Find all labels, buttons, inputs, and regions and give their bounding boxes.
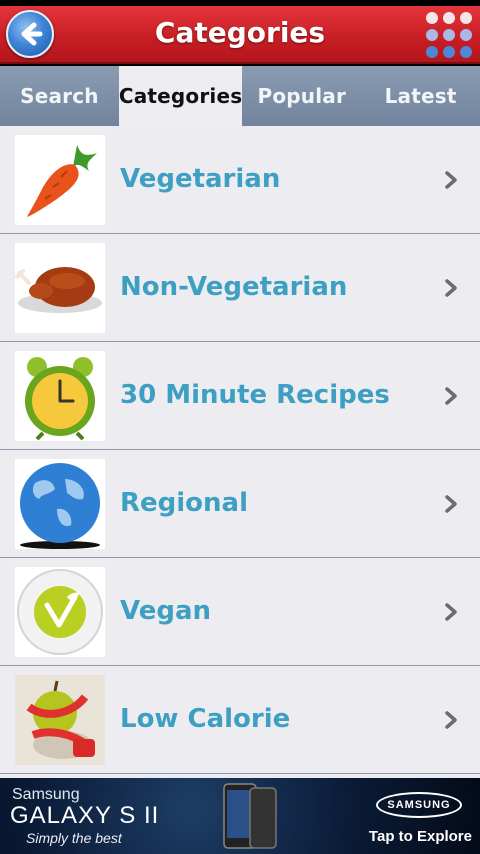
category-item-vegan[interactable]: Vegan [0, 558, 480, 666]
category-list: Vegetarian Non-Vegetarian 30 Minute Reci… [0, 126, 480, 778]
chevron-right-icon [445, 171, 457, 189]
chevron-right-icon [445, 711, 457, 729]
category-thumbnail [15, 567, 105, 657]
tab-categories[interactable]: Categories [118, 66, 243, 126]
alarm-clock-icon [25, 357, 95, 441]
category-item-vegetarian[interactable]: Vegetarian [0, 126, 480, 234]
tab-search[interactable]: Search [0, 66, 119, 126]
category-item-non-vegetarian[interactable]: Non-Vegetarian [0, 234, 480, 342]
tab-latest[interactable]: Latest [361, 66, 480, 126]
chevron-right-icon [445, 279, 457, 297]
category-label: Vegetarian [120, 164, 281, 194]
back-arrow-icon [21, 22, 43, 46]
ad-cta[interactable]: Tap to Explore [369, 828, 472, 845]
tab-bar: Search Categories Popular Latest [0, 66, 480, 126]
tab-popular[interactable]: Popular [242, 66, 362, 126]
globe-icon [20, 463, 100, 549]
grid-menu-button[interactable] [424, 10, 474, 60]
grid-menu-icon [426, 12, 472, 58]
category-label: 30 Minute Recipes [120, 380, 390, 410]
back-button[interactable] [6, 10, 54, 58]
carrot-icon [27, 145, 97, 217]
apple-measuring-tape-icon [15, 675, 105, 765]
page-title: Categories [154, 16, 326, 49]
chevron-right-icon [445, 603, 457, 621]
vegan-leaf-icon [17, 569, 103, 655]
category-label: Non-Vegetarian [120, 272, 348, 302]
category-thumbnail [15, 351, 105, 441]
ad-banner[interactable]: Samsung GALAXY S II Simply the best SAMS… [0, 778, 480, 854]
chevron-right-icon [445, 387, 457, 405]
category-label: Regional [120, 488, 249, 518]
phone-image-icon [223, 783, 277, 849]
roast-chicken-icon [15, 267, 102, 313]
category-thumbnail [15, 675, 105, 765]
category-thumbnail [15, 459, 105, 549]
ad-tagline: Simply the best [26, 830, 122, 846]
ad-model: GALAXY S II [10, 802, 160, 829]
category-item-regional[interactable]: Regional [0, 450, 480, 558]
category-item-30-minute-recipes[interactable]: 30 Minute Recipes [0, 342, 480, 450]
category-label: Vegan [120, 596, 211, 626]
category-item-low-calorie[interactable]: Low Calorie [0, 666, 480, 774]
title-bar: Categories [0, 6, 480, 64]
chevron-right-icon [445, 495, 457, 513]
ad-logo: SAMSUNG [376, 792, 462, 818]
category-thumbnail [15, 135, 105, 225]
category-label: Low Calorie [120, 704, 291, 734]
category-thumbnail [15, 243, 105, 333]
